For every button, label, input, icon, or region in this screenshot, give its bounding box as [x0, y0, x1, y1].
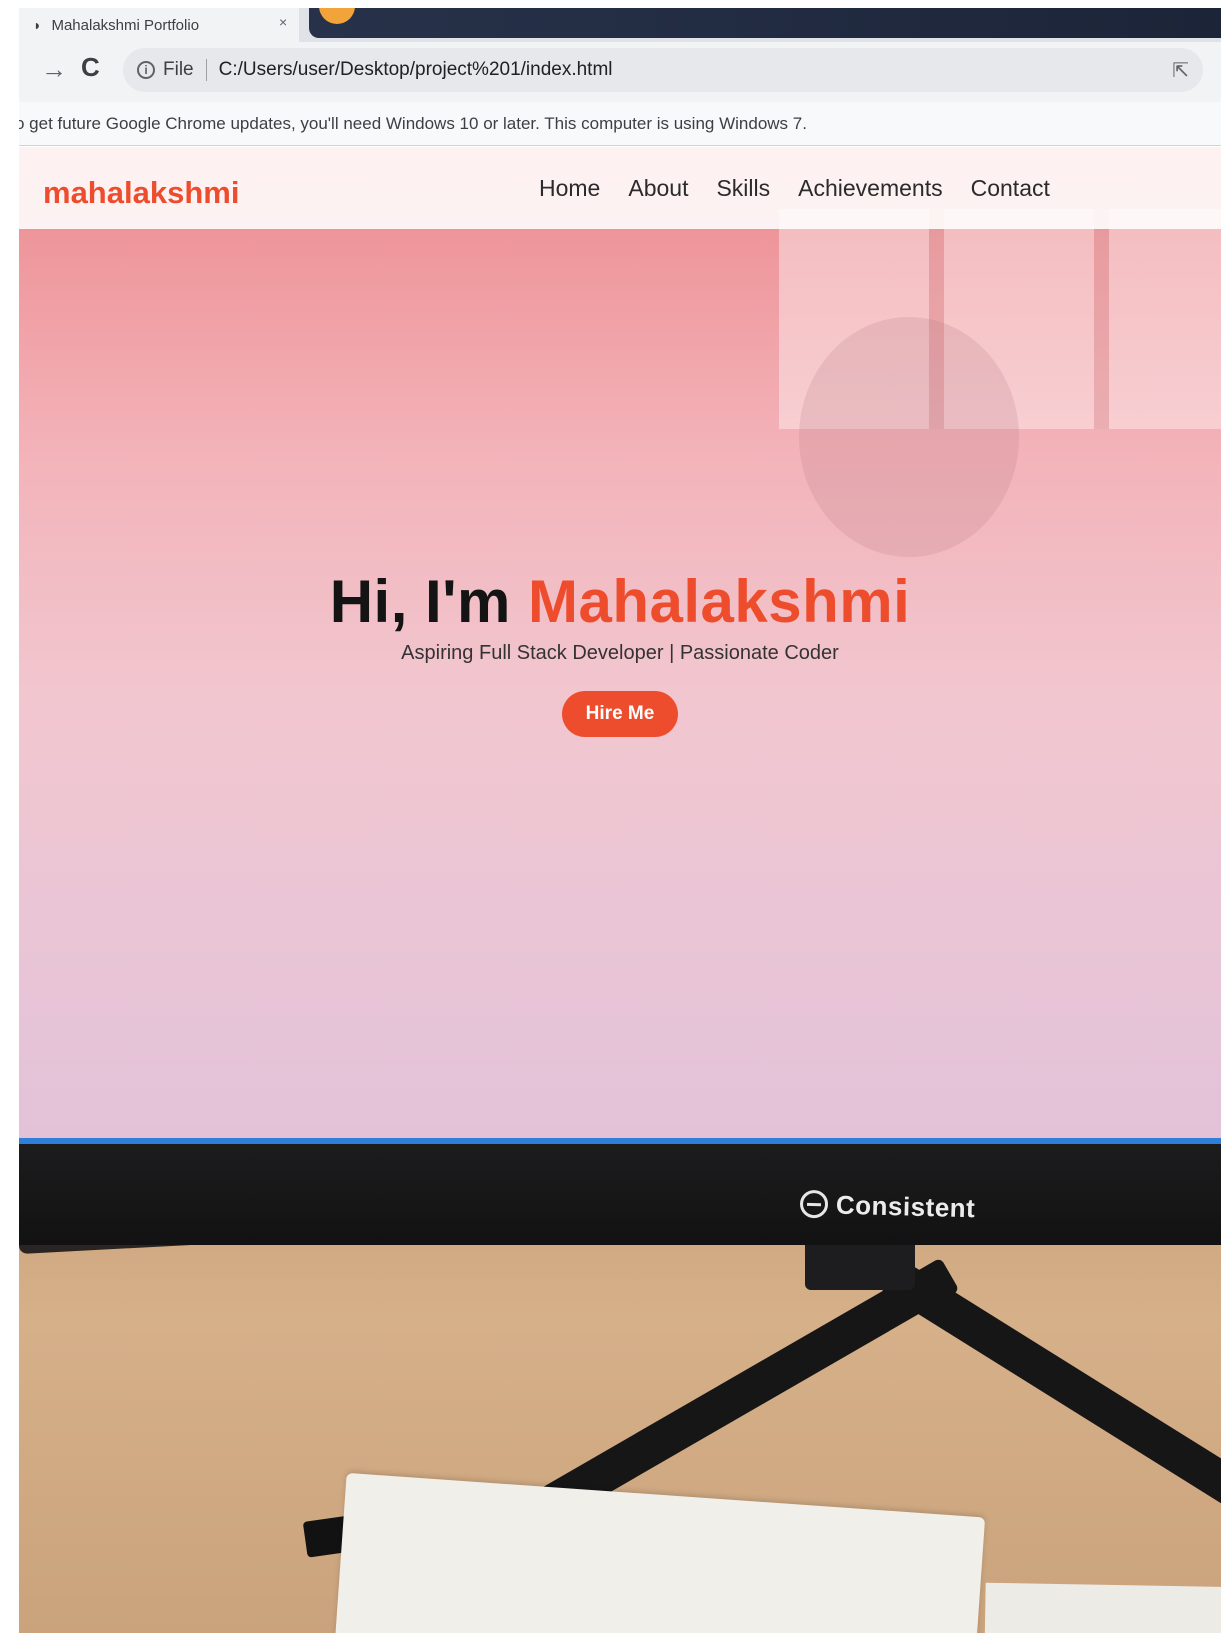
photo-left-edge [0, 0, 19, 1633]
hero-greeting: Hi, I'm [329, 568, 528, 635]
site-logo[interactable]: mahalakshmi [43, 175, 239, 211]
monitor-brand: Consistent [799, 1186, 976, 1227]
person-reflection [799, 317, 1019, 557]
share-icon[interactable]: ⇱ [1172, 58, 1189, 83]
browser-tab-bar: ◗ Mahalakshmi Portfolio × [19, 8, 1221, 42]
url-text[interactable]: C:/Users/user/Desktop/project%201/index.… [219, 59, 613, 81]
nav-skills[interactable]: Skills [716, 175, 770, 202]
nav-home[interactable]: Home [539, 175, 600, 202]
tab-close-icon[interactable]: × [279, 14, 287, 30]
photo-scene: Consistent ◗ Mahalakshmi Portfolio × → C… [0, 0, 1221, 1633]
tab-title: Mahalakshmi Portfolio [51, 16, 200, 34]
address-divider [205, 59, 207, 81]
browser-tab[interactable]: ◗ Mahalakshmi Portfolio × [19, 8, 299, 42]
site-navbar: mahalakshmi Home About Skills Achievemen… [19, 147, 1221, 229]
file-scheme-label: File [163, 59, 194, 80]
reload-icon[interactable]: C [81, 52, 100, 83]
browser-toolbar: → C i File C:/Users/user/Desktop/project… [19, 42, 1221, 103]
other-tab-area [309, 8, 1221, 38]
infobar-message: o get future Google Chrome updates, you'… [19, 113, 807, 133]
nav-contact[interactable]: Contact [971, 175, 1050, 202]
address-bar[interactable]: i File C:/Users/user/Desktop/project%201… [123, 48, 1203, 92]
forward-arrow-icon[interactable]: → [41, 54, 67, 85]
paper-sheet-right [984, 1582, 1221, 1633]
hire-me-button[interactable]: Hire Me [561, 691, 679, 737]
update-infobar: o get future Google Chrome updates, you'… [19, 102, 1221, 146]
nav-achievements[interactable]: Achievements [798, 175, 942, 202]
monitor-screen: ◗ Mahalakshmi Portfolio × → C i File C:/… [19, 8, 1221, 1144]
portfolio-page: mahalakshmi Home About Skills Achievemen… [19, 147, 1221, 1138]
monitor-brand-label: Consistent [835, 1189, 976, 1223]
hero-name: Mahalakshmi [527, 568, 911, 635]
hero-subtitle: Aspiring Full Stack Developer | Passiona… [401, 642, 839, 664]
brand-logo-icon [799, 1189, 829, 1219]
site-nav: Home About Skills Achievements Contact [539, 175, 1050, 202]
nav-about[interactable]: About [628, 175, 688, 202]
hero-title: Hi, I'm Mahalakshmi [19, 567, 1221, 636]
site-info-icon[interactable]: i [137, 61, 155, 79]
hero-section: Hi, I'm Mahalakshmi Aspiring Full Stack … [19, 567, 1221, 737]
tab-favicon-icon: ◗ [33, 17, 42, 33]
